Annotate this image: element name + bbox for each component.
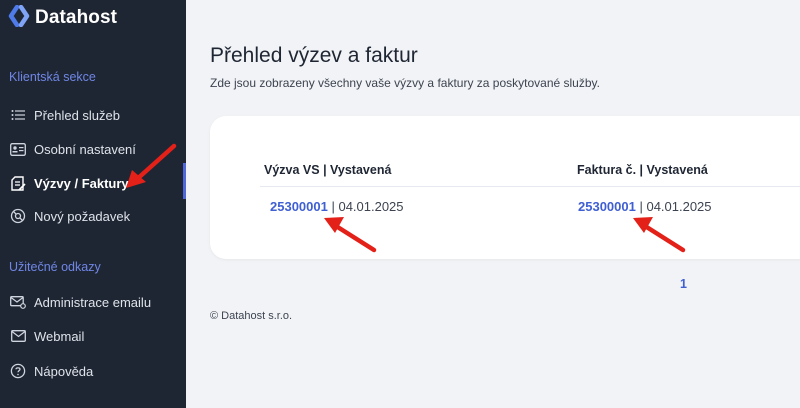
brand-name: Datahost xyxy=(35,7,118,28)
sidebar-item-label: Přehled služeb xyxy=(34,107,120,123)
vs-link[interactable]: 25300001 xyxy=(270,199,328,214)
sidebar-link-email-admin[interactable]: Administrace emailu xyxy=(0,288,186,316)
page-subtitle: Zde jsou zobrazeny všechny vaše výzvy a … xyxy=(210,76,600,90)
invoice-icon xyxy=(10,175,26,191)
sidebar-item-services[interactable]: Přehled služeb xyxy=(0,101,186,129)
sidebar-link-webmail[interactable]: Webmail xyxy=(0,322,186,350)
list-icon xyxy=(10,107,26,123)
vs-date: | 04.01.2025 xyxy=(331,199,404,214)
sidebar-item-new-request[interactable]: Nový požadavek xyxy=(0,202,186,230)
invoice-date: | 04.01.2025 xyxy=(639,199,712,214)
pagination-page-1[interactable]: 1 xyxy=(680,277,687,291)
table-header-divider xyxy=(260,186,800,187)
id-card-icon xyxy=(10,141,26,157)
help-icon xyxy=(10,363,26,379)
section-label-links: Užitečné odkazy xyxy=(9,260,101,274)
sidebar-link-help[interactable]: Nápověda xyxy=(0,357,186,385)
footer-copyright: © Datahost s.r.o. xyxy=(210,310,293,322)
mail-settings-icon xyxy=(10,294,26,310)
table-row: 25300001 | 04.01.2025 xyxy=(270,199,404,214)
section-label-client: Klientská sekce xyxy=(9,70,96,84)
mail-icon xyxy=(10,328,26,344)
sidebar-item-label: Nový požadavek xyxy=(34,208,131,224)
table-row-invoice: 25300001 | 04.01.2025 xyxy=(578,199,712,214)
sidebar-item-label: Webmail xyxy=(34,328,85,344)
invoice-link[interactable]: 25300001 xyxy=(578,199,636,214)
sidebar-item-label: Osobní nastavení xyxy=(34,141,136,157)
sidebar-item-label: Nápověda xyxy=(34,363,94,379)
brand[interactable]: Datahost xyxy=(8,4,118,32)
invoices-card xyxy=(210,116,800,259)
page-title: Přehled výzev a faktur xyxy=(210,44,418,67)
column-header-invoice: Faktura č. | Vystavená xyxy=(577,163,708,177)
sidebar-item-label: Administrace emailu xyxy=(34,294,152,310)
sidebar-item-label: Výzvy / Faktury xyxy=(34,175,129,191)
column-header-vs: Výzva VS | Vystavená xyxy=(264,163,392,177)
sidebar-item-personal-settings[interactable]: Osobní nastavení xyxy=(0,135,186,163)
support-icon xyxy=(10,208,26,224)
datahost-logo-icon xyxy=(8,4,30,32)
sidebar-item-invoices[interactable]: Výzvy / Faktury xyxy=(0,169,186,197)
sidebar: Datahost Klientská sekce Přehled služeb … xyxy=(0,0,186,408)
